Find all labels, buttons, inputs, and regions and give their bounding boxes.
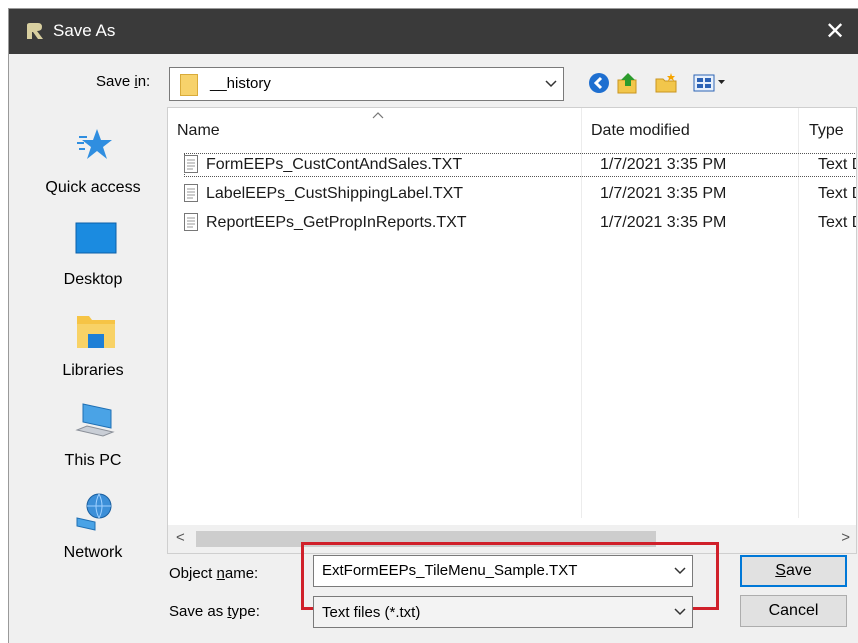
cancel-button[interactable]: Cancel — [740, 595, 847, 627]
save-as-type-label: Save as type: — [169, 603, 260, 620]
chevron-down-icon — [674, 608, 686, 616]
place-label: This PC — [64, 452, 122, 469]
place-label: Quick access — [45, 179, 141, 196]
column-header-name[interactable]: Name — [177, 122, 220, 140]
folder-icon — [180, 74, 198, 96]
file-type: Text D — [818, 156, 856, 173]
this-pc-icon — [75, 403, 115, 437]
quick-access-icon — [77, 129, 112, 159]
title-bar: Save As ✕ — [9, 9, 858, 54]
places-bar: Quick access Desktop Libraries This PC N… — [23, 107, 165, 561]
close-icon: ✕ — [824, 18, 846, 45]
network-icon — [76, 493, 112, 531]
save-as-type-value: Text files (*.txt) — [322, 604, 421, 621]
save-button[interactable]: Save — [740, 555, 847, 587]
file-row[interactable]: FormEEPs_CustContAndSales.TXT 1/7/2021 3… — [180, 152, 856, 180]
new-folder-icon[interactable] — [654, 72, 678, 94]
up-folder-icon[interactable] — [616, 72, 640, 94]
chevron-down-icon — [545, 80, 557, 88]
back-icon[interactable] — [588, 72, 610, 94]
column-header-type[interactable]: Type — [809, 122, 844, 140]
file-date: 1/7/2021 3:35 PM — [600, 156, 727, 173]
app-logo-icon — [25, 21, 45, 41]
scroll-left-button[interactable]: < — [176, 529, 185, 546]
place-label: Network — [63, 544, 123, 561]
place-libraries[interactable]: Libraries — [23, 312, 163, 382]
scroll-right-button[interactable]: > — [841, 529, 850, 546]
place-label: Desktop — [63, 271, 123, 288]
text-file-icon — [184, 184, 198, 202]
file-row[interactable]: ReportEEPs_GetPropInReports.TXT 1/7/2021… — [180, 210, 856, 238]
place-desktop[interactable]: Desktop — [23, 222, 163, 292]
column-header-date[interactable]: Date modified — [591, 122, 690, 140]
file-date: 1/7/2021 3:35 PM — [600, 214, 727, 231]
file-type: Text D — [818, 185, 856, 202]
file-type: Text D — [818, 214, 856, 231]
place-this-pc[interactable]: This PC — [23, 402, 163, 472]
file-row[interactable]: LabelEEPs_CustShippingLabel.TXT 1/7/2021… — [180, 181, 856, 209]
text-file-icon — [184, 213, 198, 231]
save-in-value: __history — [210, 75, 271, 92]
save-as-type-dropdown[interactable]: Text files (*.txt) — [313, 596, 693, 628]
file-date: 1/7/2021 3:35 PM — [600, 185, 727, 202]
file-list[interactable]: Name Date modified Type FormEEPs_CustCon… — [167, 107, 857, 554]
close-button[interactable]: ✕ — [812, 9, 858, 54]
view-menu-icon[interactable] — [692, 72, 730, 94]
save-in-label: Save in: — [96, 73, 151, 90]
object-name-label: Object name: — [169, 565, 259, 582]
window-title: Save As — [53, 21, 116, 40]
sort-ascending-icon — [372, 112, 384, 119]
text-file-icon — [184, 155, 198, 173]
desktop-icon — [75, 222, 117, 254]
place-label: Libraries — [62, 362, 124, 379]
libraries-icon — [77, 316, 115, 348]
place-quick-access[interactable]: Quick access — [23, 127, 163, 197]
file-name: ReportEEPs_GetPropInReports.TXT — [206, 214, 467, 231]
save-as-dialog: Save As ✕ Save in: __history Quick acces… — [8, 8, 858, 643]
save-in-dropdown[interactable]: __history — [169, 67, 564, 101]
file-name: FormEEPs_CustContAndSales.TXT — [206, 156, 463, 173]
file-name: LabelEEPs_CustShippingLabel.TXT — [206, 185, 464, 202]
place-network[interactable]: Network — [23, 492, 163, 562]
